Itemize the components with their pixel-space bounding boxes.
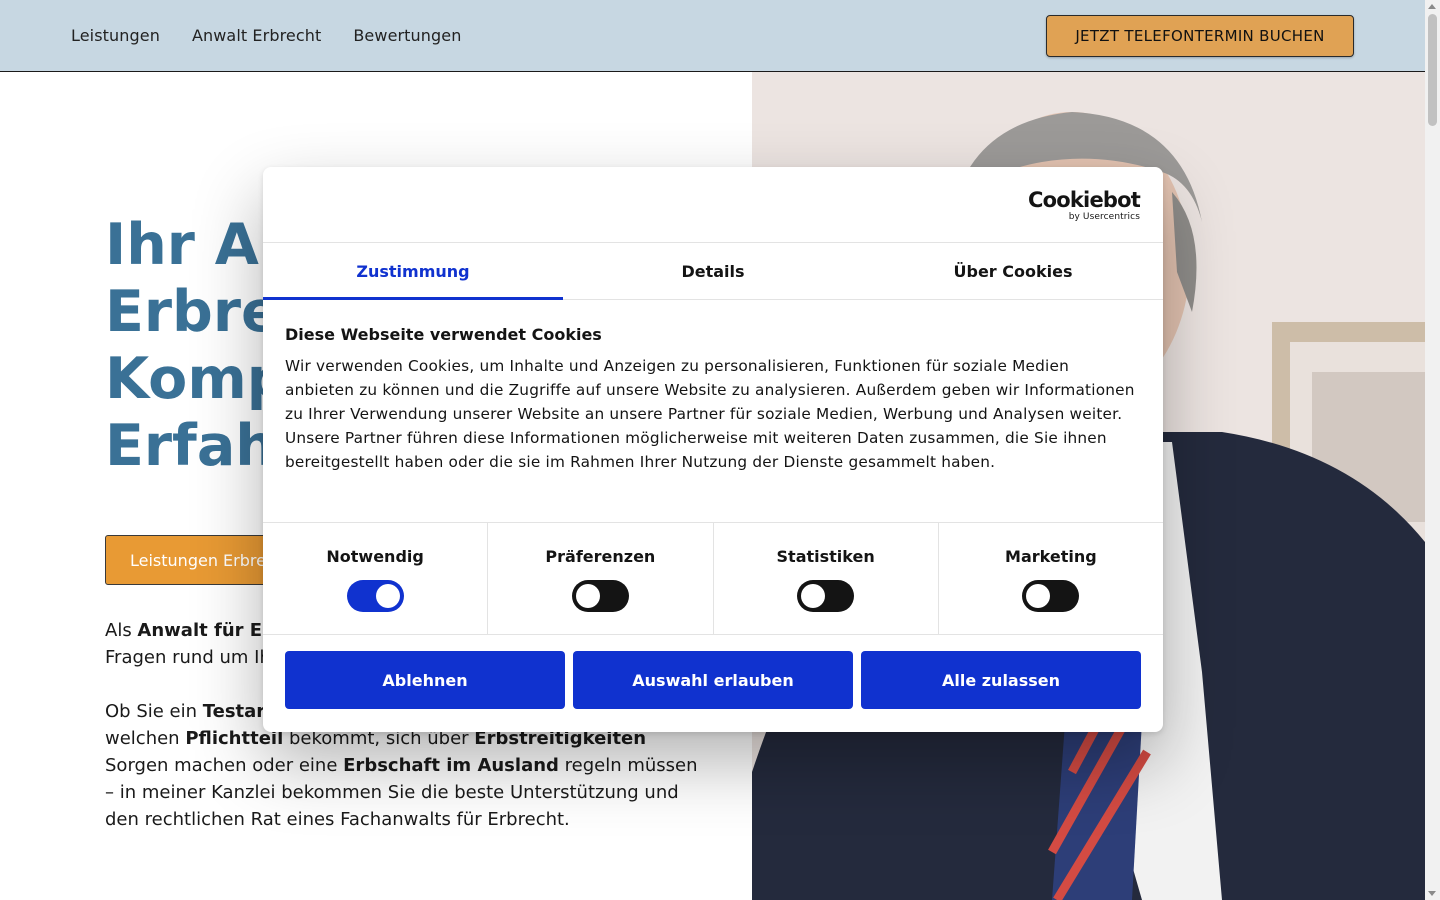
scroll-up-arrow-icon[interactable] <box>1428 4 1436 9</box>
cookie-description: Diese Webseite verwendet Cookies Wir ver… <box>285 325 1141 474</box>
toggle-knob <box>801 584 826 608</box>
cookie-consent-dialog: Cookiebot by Usercentrics Zustimmung Det… <box>263 167 1163 732</box>
paragraph-text: regeln müssen <box>558 755 698 776</box>
paragraph-text: den rechtlichen Rat eines Fachanwalts fü… <box>105 809 570 830</box>
cookiebot-logo-text: Cookiebot <box>1028 188 1141 212</box>
cookie-tabs: Zustimmung Details Über Cookies <box>263 242 1163 300</box>
toggle-group-praeferenzen: Präferenzen <box>488 523 714 634</box>
toggle-knob <box>1026 584 1051 608</box>
book-phone-appointment-button[interactable]: JETZT TELEFONTERMIN BUCHEN <box>1046 15 1354 57</box>
toggle-group-marketing: Marketing <box>939 523 1163 634</box>
cookiebot-logo: Cookiebot by Usercentrics <box>1028 188 1141 222</box>
toggle-label-marketing: Marketing <box>1005 547 1097 566</box>
nav-link-anwalt-erbrecht[interactable]: Anwalt Erbrecht <box>192 26 321 45</box>
toggle-notwendig[interactable] <box>346 580 404 612</box>
allow-all-button[interactable]: Alle zulassen <box>861 651 1141 709</box>
cookie-heading: Diese Webseite verwendet Cookies <box>285 325 602 344</box>
paragraph-text: welchen <box>105 728 186 749</box>
highlighted-term: Anwalt für E <box>137 620 263 641</box>
paragraph-text: Als <box>105 620 138 641</box>
nav-link-bewertungen[interactable]: Bewertungen <box>353 26 461 45</box>
tab-zustimmung[interactable]: Zustimmung <box>263 243 563 300</box>
nav-link-leistungen[interactable]: Leistungen <box>71 26 160 45</box>
highlighted-term: Erbschaft im Ausland <box>343 755 559 776</box>
toggle-praeferenzen[interactable] <box>571 580 629 612</box>
toggle-knob <box>575 584 600 608</box>
site-header: Leistungen Anwalt Erbrecht Bewertungen J… <box>0 0 1425 72</box>
toggle-label-praeferenzen: Präferenzen <box>545 547 656 566</box>
toggle-label-statistiken: Statistiken <box>776 547 875 566</box>
allow-selection-button[interactable]: Auswahl erlauben <box>573 651 853 709</box>
cookie-text: Wir verwenden Cookies, um Inhalte und An… <box>285 357 1135 471</box>
paragraph-text: Fragen rund um Ih <box>105 647 271 668</box>
scroll-down-arrow-icon[interactable] <box>1428 891 1436 896</box>
paragraph-text: Ob Sie ein <box>105 701 203 722</box>
scrollbar-thumb[interactable] <box>1428 14 1437 126</box>
cookiebot-logo-subtext: by Usercentrics <box>1068 212 1140 222</box>
decline-button[interactable]: Ablehnen <box>285 651 565 709</box>
paragraph-text: Sorgen machen oder eine <box>105 755 344 776</box>
tab-details[interactable]: Details <box>563 243 863 299</box>
toggle-knob <box>375 584 400 608</box>
tab-ueber-cookies[interactable]: Über Cookies <box>863 243 1163 299</box>
toggle-group-notwendig: Notwendig <box>263 523 489 634</box>
main-nav: Leistungen Anwalt Erbrecht Bewertungen <box>71 0 461 71</box>
toggle-group-statistiken: Statistiken <box>714 523 939 634</box>
paragraph-text: – in meiner Kanzlei bekommen Sie die bes… <box>105 782 679 803</box>
toggle-statistiken[interactable] <box>797 580 855 612</box>
page-scrollbar[interactable] <box>1425 0 1440 900</box>
toggle-marketing[interactable] <box>1022 580 1080 612</box>
toggle-label-notwendig: Notwendig <box>326 547 424 566</box>
cookie-action-buttons: Ablehnen Auswahl erlauben Alle zulassen <box>285 651 1141 709</box>
highlighted-term: Testar <box>202 701 266 722</box>
cookie-category-toggles: Notwendig Präferenzen Statistiken Market… <box>263 522 1163 635</box>
